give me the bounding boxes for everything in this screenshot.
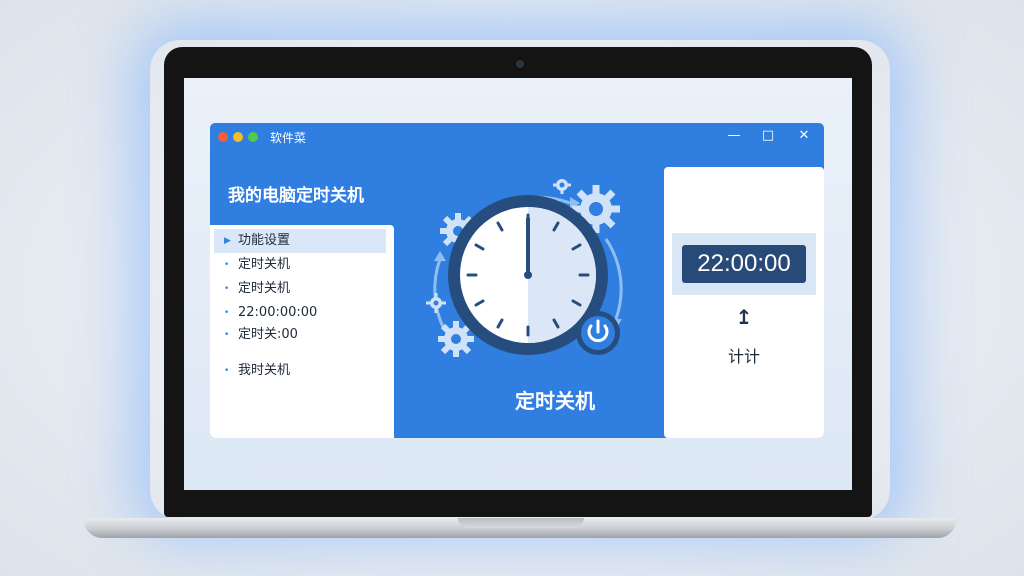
dot-bullet-icon: • [224,260,230,270]
gear-icon [553,179,571,194]
power-icon [576,311,620,355]
hero-title: 定时关机 [515,389,595,413]
up-arrow-icon[interactable]: ↥ [728,305,760,329]
sidebar-item-label: 我时关机 [238,363,291,378]
sidebar-item-label: 定时关机 [238,257,291,272]
sidebar-item-shutdown-time[interactable]: • 定时关:00 [214,323,386,347]
sidebar-item-time[interactable]: • 22:00:00:00 [214,301,386,325]
timer-panel: 22:00:00 ↥ 计计 [664,167,824,438]
sidebar-item-label: 22:00:00:00 [238,305,318,320]
app-window: 软件菜 — □ ✕ 我的电脑定时关机 ▶ 功能设置 • 定时关机 • 定时关机 … [210,123,824,438]
sidebar-item-label: 功能设置 [238,233,291,248]
webcam [516,60,524,68]
clock-illustration [426,179,623,357]
sidebar-item-label: 定时关机 [238,281,291,296]
dot-bullet-icon: • [224,284,230,294]
laptop-screen: 软件菜 — □ ✕ 我的电脑定时关机 ▶ 功能设置 • 定时关机 • 定时关机 … [184,78,852,490]
maximize-icon[interactable]: □ [760,128,776,143]
traffic-light-minimize[interactable] [233,132,243,142]
shutdown-time-display[interactable]: 22:00:00 [682,245,806,283]
dot-bullet-icon: • [224,366,230,376]
traffic-light-zoom[interactable] [248,132,258,142]
time-box: 22:00:00 [672,233,816,295]
page-title: 我的电脑定时关机 [228,186,364,206]
sidebar-item-scheduled-shutdown-2[interactable]: • 定时关机 [214,277,386,301]
triangle-bullet-icon: ▶ [224,236,231,246]
app-title: 软件菜 [270,131,307,145]
timer-label: 计计 [727,347,760,366]
sidebar-item-feature-settings[interactable]: ▶ 功能设置 [214,229,386,253]
dot-bullet-icon: • [224,308,230,318]
sidebar: ▶ 功能设置 • 定时关机 • 定时关机 • 22:00:00:00 • 定时关… [210,225,394,438]
sidebar-item-my-shutdown[interactable]: • 我时关机 [214,359,386,383]
sidebar-item-label: 定时关:00 [238,327,298,342]
gear-icon [426,293,446,313]
title-bar: 软件菜 — □ ✕ [210,123,824,151]
sidebar-item-scheduled-shutdown[interactable]: • 定时关机 [214,253,386,277]
laptop-notch [458,518,584,528]
dot-bullet-icon: • [224,330,230,340]
close-icon[interactable]: ✕ [796,128,812,143]
minimize-icon[interactable]: — [726,128,742,143]
traffic-light-close[interactable] [218,132,228,142]
